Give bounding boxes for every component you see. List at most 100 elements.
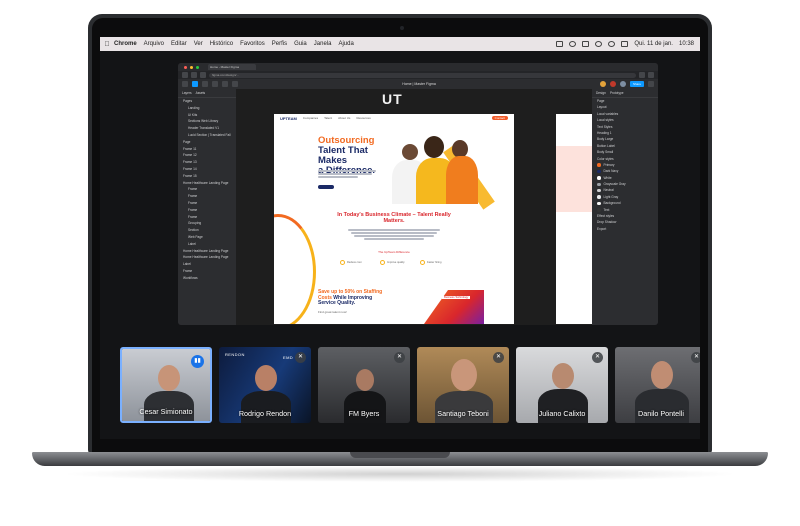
layer-item[interactable]: Home Healthcare Landing Page	[178, 180, 236, 187]
layer-item[interactable]: Web Page	[178, 234, 236, 241]
design-frame[interactable]: UPTEAM Companies Talent About Us Resourc…	[274, 114, 514, 324]
maximize-window-icon[interactable]	[196, 65, 199, 69]
close-window-icon[interactable]	[184, 65, 187, 69]
battery-icon[interactable]	[582, 41, 590, 47]
layer-item[interactable]: Pages	[178, 98, 236, 105]
design-frame-secondary[interactable]	[556, 114, 592, 324]
browser-tab[interactable]: Home - Master Figma	[208, 64, 256, 70]
layer-item[interactable]: Landing	[178, 105, 236, 112]
extensions-icon[interactable]	[639, 72, 645, 78]
layer-item[interactable]: Frame	[178, 268, 236, 275]
minimize-window-icon[interactable]	[190, 65, 193, 69]
layer-item[interactable]: Section	[178, 227, 236, 234]
menu-historico[interactable]: Histórico	[210, 41, 233, 47]
layer-item[interactable]: Home Healthcare Landing Page	[178, 248, 236, 255]
shape-tool-icon[interactable]	[212, 81, 218, 87]
menu-guia[interactable]: Guia	[294, 41, 307, 47]
participant-tile[interactable]: ✕ Danilo Pontelli	[615, 347, 700, 423]
frame-tool-icon[interactable]	[202, 81, 208, 87]
share-button[interactable]: Share	[630, 81, 644, 87]
color-swatch[interactable]	[597, 195, 601, 199]
headphones-icon[interactable]	[569, 41, 577, 47]
layer-item[interactable]: Frame	[178, 193, 236, 200]
color-swatch[interactable]	[597, 163, 601, 167]
tab-design[interactable]: Design	[596, 91, 606, 95]
participant-name: FM Byers	[348, 409, 380, 418]
layer-item[interactable]: Label	[178, 261, 236, 268]
layer-item[interactable]: Ui Kits	[178, 112, 236, 119]
hero-button	[318, 185, 334, 189]
layer-item[interactable]: Frame 13	[178, 159, 236, 166]
properties-panel-tabs: Design Prototype	[592, 89, 658, 98]
control-center-icon[interactable]	[621, 41, 629, 47]
participant-body	[241, 391, 291, 423]
property-item[interactable]: Export	[592, 226, 658, 232]
menu-janela[interactable]: Janela	[314, 41, 332, 47]
layer-item[interactable]: Workflows	[178, 275, 236, 282]
layer-item[interactable]: Sections Web Library	[178, 118, 236, 125]
play-icon[interactable]	[648, 81, 654, 87]
color-swatch[interactable]	[597, 208, 601, 212]
search-icon[interactable]	[608, 41, 616, 47]
layer-item[interactable]: Frame 15	[178, 173, 236, 180]
menu-ver[interactable]: Ver	[194, 41, 203, 47]
tab-prototype[interactable]: Prototype	[610, 91, 624, 95]
layer-item[interactable]: Frame	[178, 207, 236, 214]
savings-subtext: Find great talent now!	[318, 310, 347, 314]
file-name[interactable]: Home | Master Figma	[402, 82, 436, 86]
layer-item[interactable]: Label	[178, 241, 236, 248]
tab-layers[interactable]: Layers	[182, 91, 192, 95]
text-tool-icon[interactable]	[232, 81, 238, 87]
participant-tile[interactable]: ✕ Juliano Calixto	[516, 347, 608, 423]
back-icon[interactable]	[182, 72, 188, 78]
layers-panel-tabs: Layers Assets	[178, 89, 236, 98]
profile-icon[interactable]	[648, 72, 654, 78]
participant-tile[interactable]: ▮▮ Cesar Simionato	[120, 347, 212, 423]
participant-tile[interactable]: ✕ FM Byers	[318, 347, 410, 423]
wifi-icon[interactable]	[595, 41, 603, 47]
layer-item[interactable]: Page	[178, 139, 236, 146]
tab-assets[interactable]: Assets	[196, 91, 206, 95]
person-photo	[446, 156, 478, 204]
menu-editar[interactable]: Editar	[171, 41, 187, 47]
layer-item[interactable]: Frame	[178, 186, 236, 193]
layer-item[interactable]: Home Healthcare Landing Page	[178, 254, 236, 261]
collaborator-avatar[interactable]	[600, 81, 606, 87]
participant-tile[interactable]: RENDON EMD ✕ Rodrigo Rendon	[219, 347, 311, 423]
layer-item[interactable]: Frame	[178, 200, 236, 207]
layer-item[interactable]: Frame 14	[178, 166, 236, 173]
menu-ajuda[interactable]: Ajuda	[338, 41, 353, 47]
layer-item[interactable]: Frame 11	[178, 146, 236, 153]
participant-tile[interactable]: ✕ Santiago Teboni	[417, 347, 509, 423]
color-swatch[interactable]	[597, 182, 601, 187]
apple-icon[interactable]: 	[100, 41, 114, 48]
layer-item[interactable]: Lucid Section | Translated Fall	[178, 132, 236, 139]
color-swatch[interactable]	[597, 176, 601, 180]
collaborator-avatar[interactable]	[620, 81, 626, 87]
menu-date[interactable]: Qui. 11 de jan.	[634, 41, 673, 47]
collaborator-avatar[interactable]	[610, 81, 616, 87]
color-swatch[interactable]	[597, 201, 601, 206]
layer-item[interactable]: Header Translated V1	[178, 125, 236, 132]
color-swatch[interactable]	[597, 188, 601, 193]
screen-share-icon[interactable]	[556, 41, 564, 47]
site-nav-item: Resources	[356, 116, 371, 120]
url-field[interactable]: figma.com/design/…	[209, 72, 636, 78]
menu-chrome[interactable]: Chrome	[114, 41, 137, 47]
color-swatch[interactable]	[597, 169, 601, 174]
figma-menu-icon[interactable]	[182, 81, 188, 87]
pen-tool-icon[interactable]	[222, 81, 228, 87]
menu-perfis[interactable]: Perfis	[272, 41, 287, 47]
forward-icon[interactable]	[191, 72, 197, 78]
menu-time[interactable]: 10:38	[679, 41, 694, 47]
figma-canvas[interactable]: UT UPTEAM Companies Talent About Us Reso…	[236, 89, 592, 325]
layer-item[interactable]: Frame 12	[178, 152, 236, 159]
section-body	[348, 229, 440, 241]
menu-arquivo[interactable]: Arquivo	[144, 41, 164, 47]
savings-heading: Save up to 50% on Staffing Costs While I…	[318, 289, 398, 307]
menu-favoritos[interactable]: Favoritos	[240, 41, 265, 47]
layer-item[interactable]: Frame	[178, 214, 236, 221]
move-tool-icon[interactable]	[192, 81, 198, 87]
layer-item[interactable]: Grouping	[178, 220, 236, 227]
reload-icon[interactable]	[200, 72, 206, 78]
